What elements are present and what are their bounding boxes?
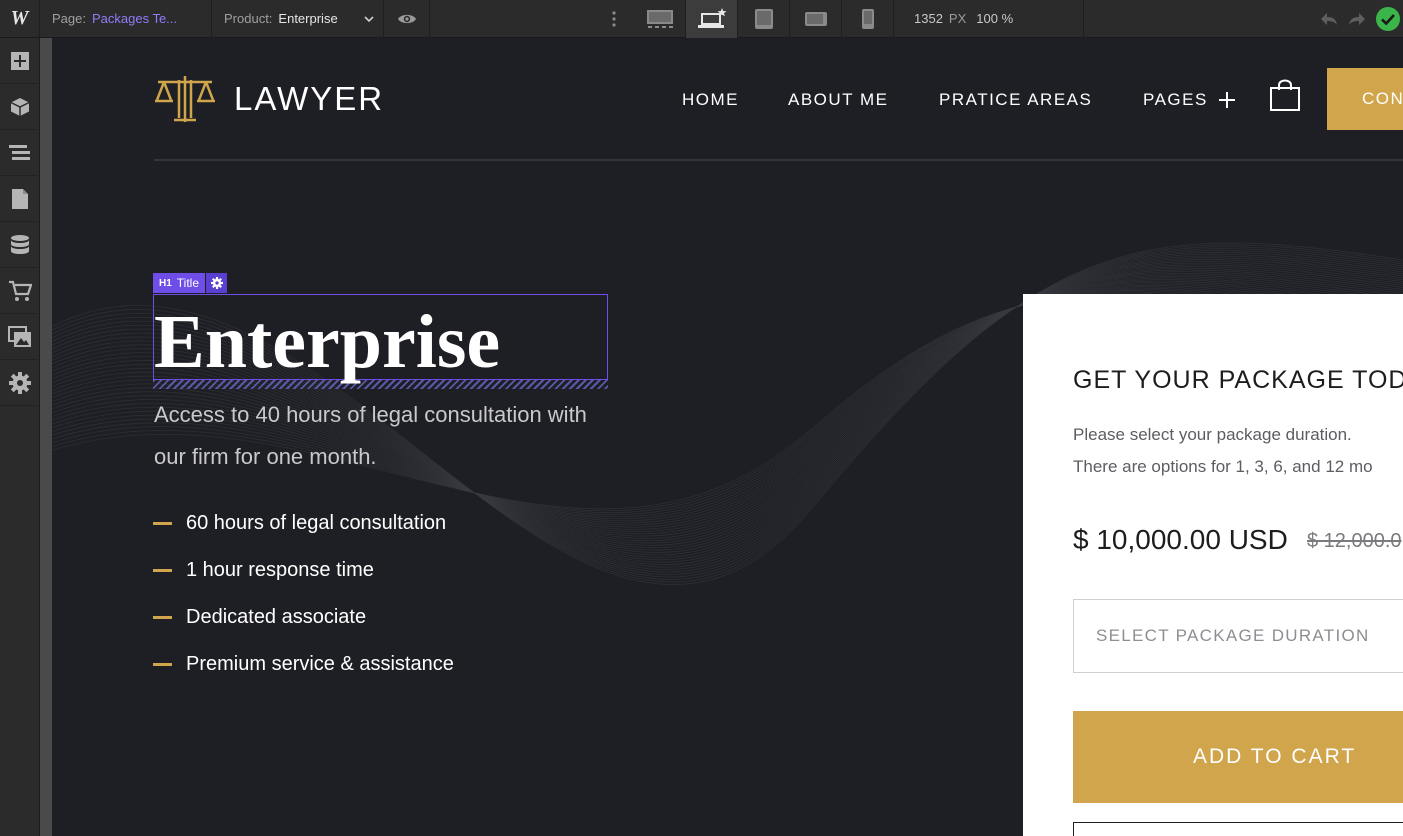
package-duration-select[interactable]: SELECT PACKAGE DURATION: [1073, 599, 1403, 673]
laptop-star-icon: [697, 7, 726, 28]
mobile-landscape-icon: [804, 11, 827, 26]
plus-square-icon: [11, 51, 29, 70]
feature-text: Dedicated associate: [186, 606, 367, 628]
gear-icon: [9, 371, 31, 394]
list-item: Dedicated associate: [153, 602, 454, 649]
dash-bullet: [153, 616, 172, 619]
canvas-width: 1352: [914, 11, 943, 26]
cube-icon: [10, 97, 30, 116]
page-icon: [12, 188, 28, 209]
breakpoint-mobile-landscape[interactable]: [790, 0, 842, 38]
pages-panel-button[interactable]: [0, 176, 40, 222]
breakpoint-mobile-portrait[interactable]: [842, 0, 894, 38]
page-title[interactable]: Enterprise: [154, 300, 500, 384]
page-selector-label: Page:: [52, 11, 86, 26]
package-card-description-line: Please select your package duration.: [1073, 425, 1352, 444]
images-icon: [8, 325, 31, 347]
product-selector-value: Enterprise: [278, 11, 338, 26]
top-bar-spacer: [430, 0, 634, 38]
feature-text: 60 hours of legal consultation: [186, 512, 447, 534]
shopping-bag-icon[interactable]: [1269, 78, 1301, 112]
element-tag-label: H1 Title: [153, 273, 206, 293]
redo-icon[interactable]: [1347, 11, 1367, 27]
dash-bullet: [153, 663, 172, 666]
webflow-designer: W Page: Packages Te... Product: Enterpri…: [0, 0, 1403, 836]
top-bar-right-actions: [1311, 0, 1403, 38]
page-selector-value: Packages Te...: [91, 11, 178, 26]
webflow-logo[interactable]: W: [0, 0, 40, 38]
navigator-panel-button[interactable]: [0, 130, 40, 176]
page-selector[interactable]: Page: Packages Te...: [40, 0, 212, 38]
dash-bullet: [153, 522, 172, 525]
breakpoint-desktop-large[interactable]: [634, 0, 686, 38]
zoom-level[interactable]: 100 %: [976, 11, 1013, 26]
breakpoint-tablet[interactable]: [738, 0, 790, 38]
canvas-gutter: [40, 38, 52, 836]
nav-divider: [154, 159, 1403, 161]
package-card-description: Please select your package duration. The…: [1073, 419, 1373, 483]
preview-button[interactable]: [384, 0, 430, 38]
mobile-portrait-icon: [861, 8, 874, 29]
tablet-icon: [754, 8, 773, 29]
symbols-panel-button[interactable]: [0, 84, 40, 130]
element-tag-name: Title: [176, 276, 200, 290]
nav-link-home[interactable]: HOME: [682, 90, 739, 110]
contact-button[interactable]: CON: [1327, 68, 1403, 130]
canvas-unit: PX: [948, 11, 967, 26]
eye-icon: [397, 14, 416, 23]
navigator-list-icon: [9, 144, 30, 160]
feature-text: Premium service & assistance: [186, 653, 454, 675]
database-icon: [11, 234, 29, 254]
add-panel-button[interactable]: [0, 38, 40, 84]
dash-bullet: [153, 569, 172, 572]
package-card-description-line: There are options for 1, 3, 6, and 12 mo: [1073, 457, 1373, 476]
secondary-button[interactable]: [1073, 822, 1403, 836]
product-price: $ 10,000.00 USD: [1073, 524, 1288, 555]
gear-icon: [210, 277, 223, 289]
add-to-cart-button[interactable]: ADD TO CART: [1073, 711, 1403, 803]
design-canvas[interactable]: LAWYER HOME ABOUT ME PRATICE AREAS PAGES…: [52, 38, 1403, 836]
list-item: Premium service & assistance: [153, 649, 454, 696]
chevron-down-icon: [364, 15, 374, 22]
feature-list: 60 hours of legal consultation 1 hour re…: [153, 508, 454, 696]
nav-link-practice-areas[interactable]: PRATICE AREAS: [939, 90, 1092, 110]
product-selector[interactable]: Product: Enterprise: [212, 0, 384, 38]
settings-panel-button[interactable]: [0, 360, 40, 406]
desktop-large-icon: [646, 9, 673, 28]
ecommerce-panel-button[interactable]: [0, 268, 40, 314]
more-vertical-icon[interactable]: [612, 10, 616, 28]
element-tag-type: H1: [159, 277, 172, 289]
element-settings-button[interactable]: [206, 273, 228, 293]
cms-panel-button[interactable]: [0, 222, 40, 268]
list-item: 1 hour response time: [153, 555, 454, 602]
designer-left-bar: [0, 38, 40, 836]
undo-icon[interactable]: [1319, 11, 1339, 27]
nav-link-pages[interactable]: PAGES: [1143, 90, 1208, 110]
canvas-size-readout: 1352 PX 100 %: [894, 0, 1084, 38]
breakpoint-desktop[interactable]: [686, 0, 738, 38]
list-item: 60 hours of legal consultation: [153, 508, 454, 555]
package-card: GET YOUR PACKAGE TOD Please select your …: [1023, 294, 1403, 836]
feature-text: 1 hour response time: [186, 559, 374, 581]
element-selection-tag[interactable]: H1 Title: [153, 273, 228, 293]
publish-status-check-icon[interactable]: [1375, 6, 1401, 32]
nav-link-about-me[interactable]: ABOUT ME: [788, 90, 888, 110]
plus-icon[interactable]: [1219, 92, 1235, 108]
scales-of-justice-icon: [155, 76, 215, 122]
hero-description: Access to 40 hours of legal consultation…: [154, 402, 587, 469]
designer-top-bar: W Page: Packages Te... Product: Enterpri…: [0, 0, 1403, 38]
site-brand[interactable]: LAWYER: [154, 74, 384, 124]
brand-name: LAWYER: [234, 80, 385, 117]
shopping-cart-icon: [9, 280, 32, 301]
package-card-title: GET YOUR PACKAGE TOD: [1073, 366, 1403, 394]
compare-at-price: $ 12,000.0: [1307, 530, 1402, 552]
assets-panel-button[interactable]: [0, 314, 40, 360]
product-selector-label: Product:: [224, 11, 273, 26]
